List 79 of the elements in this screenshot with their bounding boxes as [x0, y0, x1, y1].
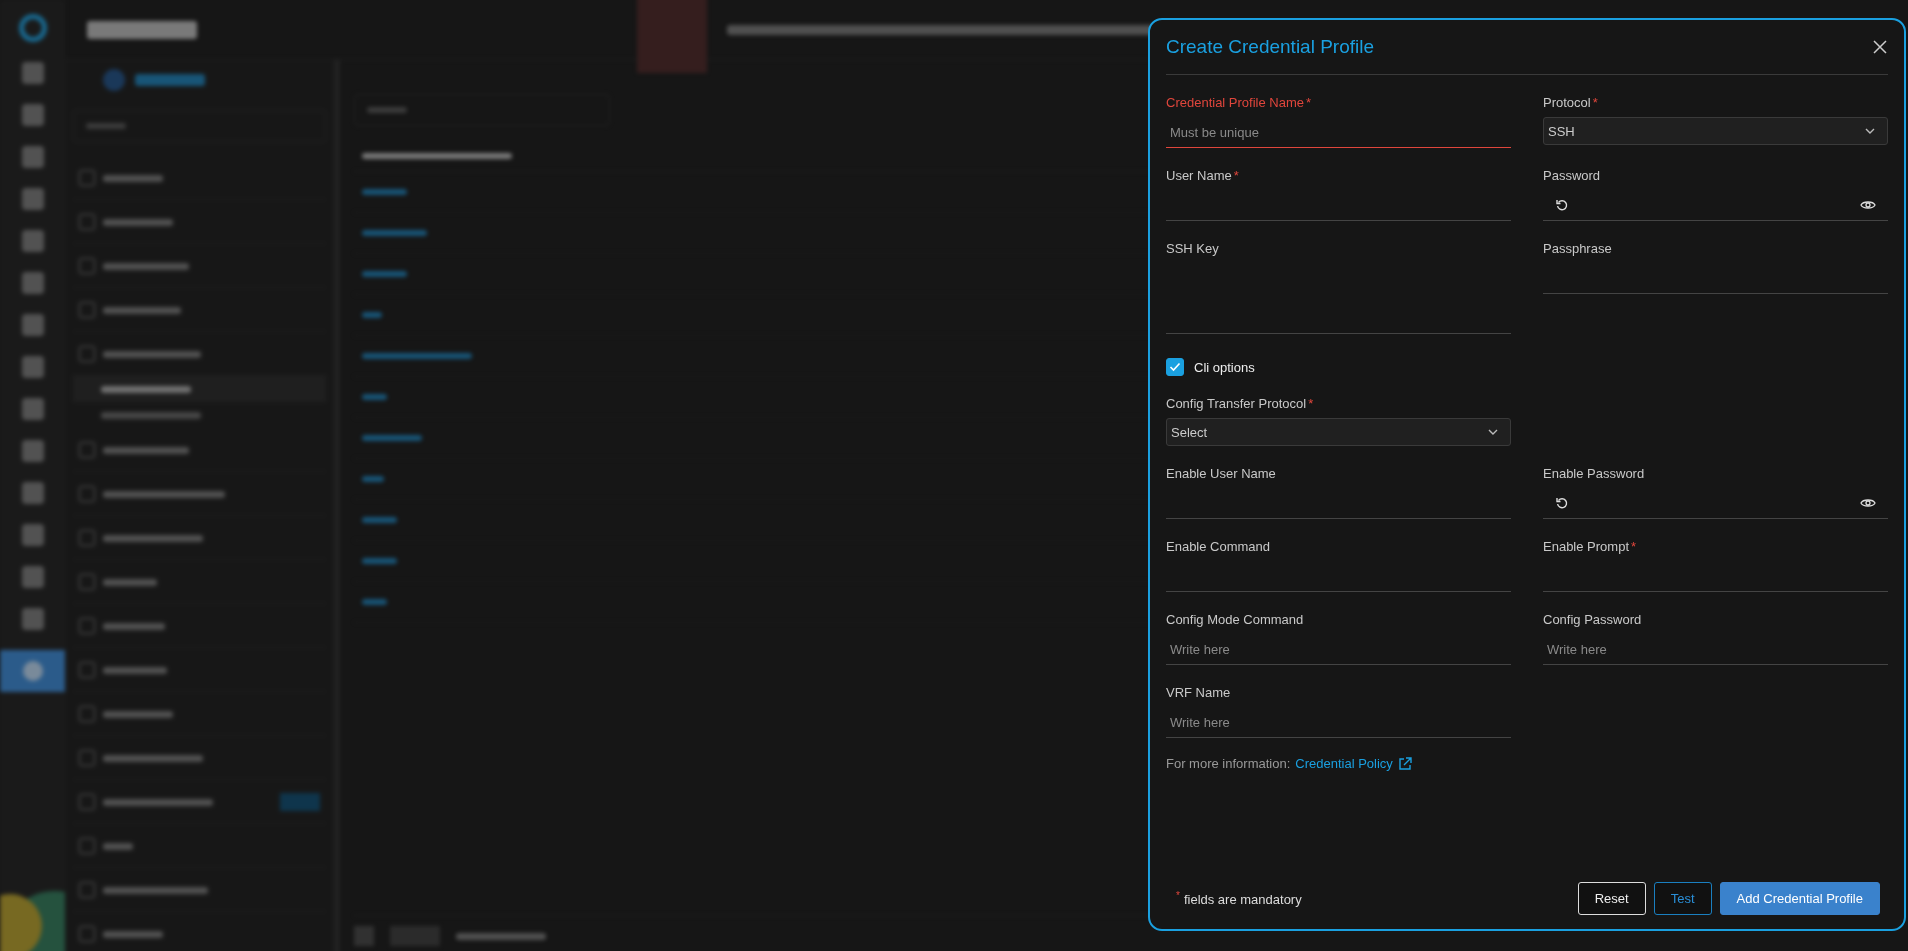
nav-icon[interactable]: [21, 104, 44, 126]
mandatory-note: $^{*}$ fields are mandatory: [1176, 889, 1302, 908]
blurred-text-bar: [362, 599, 387, 605]
test-button[interactable]: Test: [1653, 882, 1712, 915]
blurred-text-bar: [103, 218, 173, 226]
field-label: Enable User Name: [1166, 466, 1277, 481]
blurred-text-bar: [103, 842, 133, 850]
nav-icon[interactable]: [21, 524, 44, 546]
nav-icon[interactable]: [21, 482, 44, 504]
blurred-text-bar: [103, 710, 173, 718]
text-field[interactable]: Must be unique: [1166, 117, 1511, 148]
nav-icon[interactable]: [21, 146, 44, 168]
text-field[interactable]: Write here: [1166, 707, 1511, 738]
nav-item[interactable]: [0, 650, 65, 692]
check-icon: [1169, 362, 1181, 372]
search-field[interactable]: [354, 94, 610, 126]
nav-icon[interactable]: [21, 314, 44, 336]
nav-icon[interactable]: [21, 62, 44, 84]
blurred-text-bar: [103, 174, 163, 182]
field-label: Config Password: [1543, 612, 1643, 627]
checkbox[interactable]: [1166, 358, 1184, 376]
blurred-text-bar: [362, 189, 407, 195]
blurred-text-bar: [362, 312, 382, 318]
blurred-text-bar: [103, 666, 167, 674]
blurred-text-bar: [362, 230, 427, 236]
logo-icon: [18, 14, 47, 42]
dialog-title: Create Credential Profile: [1166, 36, 1375, 58]
text-field[interactable]: Write here: [1543, 634, 1888, 665]
nav-icon[interactable]: [21, 398, 44, 420]
blurred-text-bar: [86, 123, 126, 129]
field-label: Passphrase: [1543, 241, 1613, 256]
blurred-text-bar: [367, 107, 407, 113]
text-field[interactable]: Write here: [1166, 634, 1511, 665]
info-text: For more information:: [1166, 756, 1291, 771]
dropdown[interactable]: SSH: [1543, 117, 1888, 145]
eye-icon[interactable]: [1860, 497, 1876, 509]
search-field[interactable]: [73, 110, 326, 142]
field-label: Config Mode Command: [1166, 612, 1305, 627]
field-label: Enable Command: [1166, 539, 1272, 554]
blurred-text-bar: [362, 435, 422, 441]
page-button[interactable]: [354, 926, 374, 946]
reset-button[interactable]: Reset: [1577, 882, 1646, 915]
blurred-text-bar: [103, 930, 163, 938]
nav-icon[interactable]: [21, 356, 44, 378]
blurred-text-bar: [103, 578, 157, 586]
tag-badge: [280, 792, 320, 811]
nav-icon: [22, 661, 43, 681]
blurred-text-bar: [362, 394, 387, 400]
blurred-text-bar: [362, 517, 397, 523]
nav-icon[interactable]: [21, 440, 44, 462]
field-label: User Name*: [1166, 168, 1240, 183]
nav-icon[interactable]: [21, 608, 44, 630]
checkbox-label: Cli options: [1194, 359, 1255, 375]
close-icon[interactable]: [1872, 39, 1888, 55]
reset-icon[interactable]: [1555, 496, 1569, 510]
nav-icon[interactable]: [21, 272, 44, 294]
field-label: Password: [1543, 168, 1602, 183]
field-label: Credential Profile Name*: [1166, 95, 1313, 110]
eye-icon[interactable]: [1860, 199, 1876, 211]
external-link-icon[interactable]: [1397, 756, 1412, 771]
blurred-text-bar: [362, 271, 407, 277]
field-label: VRF Name: [1166, 685, 1232, 700]
field-label: SSH Key: [1166, 241, 1220, 256]
blurred-text-bar: [362, 558, 397, 564]
field-label: Enable Prompt*: [1543, 539, 1638, 554]
field-label: Protocol*: [1543, 95, 1599, 110]
reset-icon[interactable]: [1555, 198, 1569, 212]
add-button[interactable]: Add Credential Profile: [1719, 882, 1880, 915]
dropdown[interactable]: Select: [1166, 418, 1511, 446]
policy-link[interactable]: Credential Policy: [1295, 756, 1393, 771]
nav-icon[interactable]: [21, 230, 44, 252]
field-label: Config Transfer Protocol*: [1166, 396, 1315, 411]
blurred-text-bar: [135, 74, 205, 86]
nav-icon[interactable]: [21, 566, 44, 588]
blurred-text-bar: [103, 622, 165, 630]
nav-icon[interactable]: [21, 188, 44, 210]
field-label: Enable Password: [1543, 466, 1646, 481]
blurred-text-bar: [362, 476, 384, 482]
settings-icon: [103, 69, 125, 91]
